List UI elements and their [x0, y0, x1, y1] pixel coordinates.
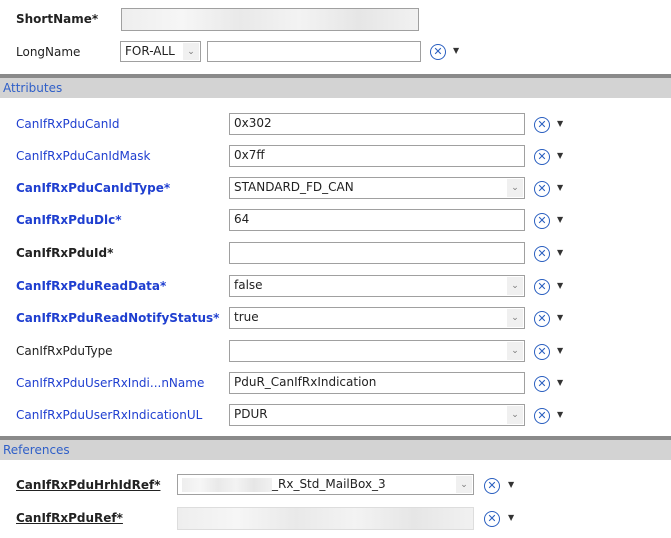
hrhidref-select[interactable]: _Rx_Std_MailBox_3 ⌄ [177, 474, 474, 495]
dropdown-arrow-icon[interactable]: ▼ [508, 513, 514, 522]
attribute-input[interactable]: 0x302 [229, 113, 525, 135]
wrench-cross-icon[interactable]: ✕ [534, 213, 550, 229]
attribute-label: CanIfRxPduId* [16, 246, 114, 260]
dropdown-arrow-icon[interactable]: ▼ [508, 480, 514, 489]
attribute-value: false [234, 278, 263, 292]
wrench-cross-icon[interactable]: ✕ [534, 311, 550, 327]
attribute-value: true [234, 310, 259, 324]
attribute-select[interactable]: PDUR ⌄ [229, 404, 525, 426]
attribute-input[interactable]: PduR_CanIfRxIndication [229, 372, 525, 394]
shortname-input[interactable] [121, 8, 419, 31]
chevron-down-icon: ⌄ [507, 277, 523, 295]
chevron-down-icon: ⌄ [507, 406, 523, 424]
attribute-label: CanIfRxPduReadData* [16, 279, 167, 293]
attribute-select[interactable]: STANDARD_FD_CAN ⌄ [229, 177, 525, 199]
attribute-input[interactable]: 64 [229, 209, 525, 231]
dropdown-arrow-icon[interactable]: ▼ [557, 248, 563, 257]
wrench-cross-icon[interactable]: ✕ [534, 408, 550, 424]
wrench-cross-icon[interactable]: ✕ [534, 117, 550, 133]
dropdown-arrow-icon[interactable]: ▼ [453, 46, 459, 55]
attribute-label: CanIfRxPduType [16, 344, 113, 358]
language-value: FOR-ALL [125, 44, 175, 58]
attribute-value: 0x7ff [234, 148, 265, 162]
dropdown-arrow-icon[interactable]: ▼ [557, 151, 563, 160]
dropdown-arrow-icon[interactable]: ▼ [557, 378, 563, 387]
dropdown-arrow-icon[interactable]: ▼ [557, 313, 563, 322]
wrench-cross-icon[interactable]: ✕ [534, 181, 550, 197]
attribute-input[interactable] [229, 242, 525, 264]
hrhidref-value: _Rx_Std_MailBox_3 [272, 477, 386, 491]
wrench-cross-icon[interactable]: ✕ [430, 44, 446, 60]
chevron-down-icon: ⌄ [507, 179, 523, 197]
ref-label: CanIfRxPduHrhIdRef* [16, 478, 161, 492]
pduref-input[interactable] [177, 507, 474, 530]
attribute-label: CanIfRxPduUserRxIndi...nName [16, 376, 205, 390]
attribute-label: CanIfRxPduDlc* [16, 213, 122, 227]
dropdown-arrow-icon[interactable]: ▼ [557, 215, 563, 224]
dropdown-arrow-icon[interactable]: ▼ [557, 410, 563, 419]
chevron-down-icon: ⌄ [456, 476, 472, 493]
longname-input[interactable] [207, 41, 421, 62]
attribute-select[interactable]: ⌄ [229, 340, 525, 362]
chevron-down-icon: ⌄ [507, 309, 523, 327]
dropdown-arrow-icon[interactable]: ▼ [557, 119, 563, 128]
language-select[interactable]: FOR-ALL ⌄ [120, 41, 201, 62]
dropdown-arrow-icon[interactable]: ▼ [557, 346, 563, 355]
ref-label: CanIfRxPduRef* [16, 511, 123, 525]
wrench-cross-icon[interactable]: ✕ [534, 279, 550, 295]
wrench-cross-icon[interactable]: ✕ [484, 478, 500, 494]
chevron-down-icon: ⌄ [507, 342, 523, 360]
attribute-label: CanIfRxPduCanId [16, 117, 120, 131]
attribute-value: PduR_CanIfRxIndication [234, 375, 377, 389]
blurred-prefix [182, 477, 272, 492]
wrench-cross-icon[interactable]: ✕ [484, 511, 500, 527]
shortname-label: ShortName* [16, 12, 99, 26]
chevron-down-icon: ⌄ [183, 43, 199, 60]
attribute-value: PDUR [234, 407, 268, 421]
attribute-value: 0x302 [234, 116, 272, 130]
wrench-cross-icon[interactable]: ✕ [534, 246, 550, 262]
wrench-cross-icon[interactable]: ✕ [534, 149, 550, 165]
dropdown-arrow-icon[interactable]: ▼ [557, 183, 563, 192]
longname-label: LongName [16, 45, 81, 59]
attributes-section-header[interactable]: Attributes [0, 74, 671, 98]
attribute-label: CanIfRxPduUserRxIndicationUL [16, 408, 203, 422]
references-section-header[interactable]: References [0, 436, 671, 460]
attribute-label: CanIfRxPduCanIdType* [16, 181, 171, 195]
attribute-value: STANDARD_FD_CAN [234, 180, 354, 194]
attribute-input[interactable]: 0x7ff [229, 145, 525, 167]
wrench-cross-icon[interactable]: ✕ [534, 376, 550, 392]
attribute-label: CanIfRxPduReadNotifyStatus* [16, 311, 220, 325]
attribute-value: 64 [234, 212, 250, 226]
attribute-label: CanIfRxPduCanIdMask [16, 149, 151, 163]
wrench-cross-icon[interactable]: ✕ [534, 344, 550, 360]
dropdown-arrow-icon[interactable]: ▼ [557, 281, 563, 290]
attribute-select[interactable]: false ⌄ [229, 275, 525, 297]
attribute-select[interactable]: true ⌄ [229, 307, 525, 329]
